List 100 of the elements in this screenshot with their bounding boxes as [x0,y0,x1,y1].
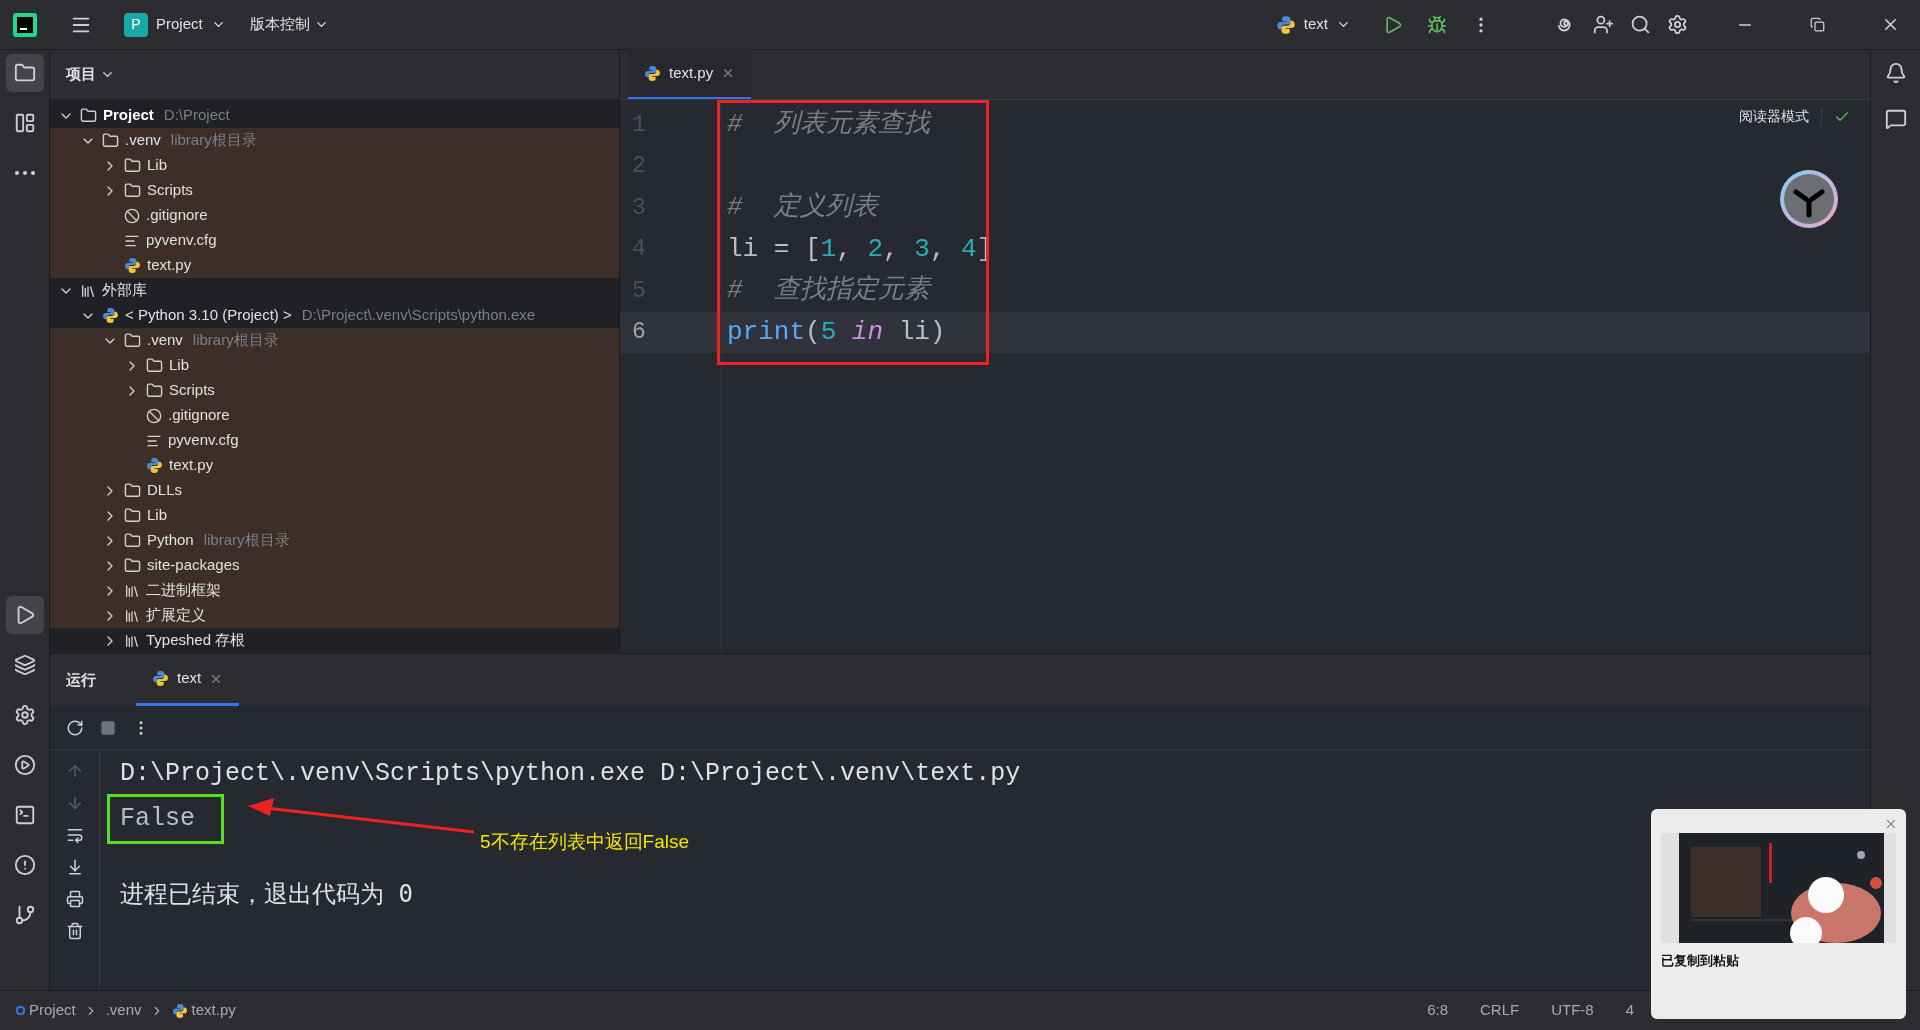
app-logo-icon [12,11,38,38]
editor-tab[interactable]: text.py [628,49,752,99]
print-icon[interactable] [65,890,84,908]
project-tool-button[interactable] [5,54,44,92]
python-packages-icon [13,654,36,676]
tree-item[interactable]: DLLs [50,478,619,503]
python-icon [102,307,119,324]
tree-item[interactable]: site-packages [50,553,619,578]
python-icon [171,1002,188,1019]
tree-item[interactable]: Scripts [50,178,619,203]
line-number: 6 [632,318,646,347]
notifications-icon[interactable] [1884,62,1907,84]
library-icon [80,282,96,299]
breadcrumb[interactable]: Project [16,999,76,1022]
library-icon [124,582,140,599]
tree-item-label: pyvenv.cfg [146,230,217,251]
status-item[interactable]: 6:8 [1427,999,1448,1022]
soft-wrap-icon[interactable] [65,826,84,844]
status-item[interactable]: UTF-8 [1551,999,1594,1022]
tree-item[interactable]: text.py [50,253,619,278]
tree-item-label: pyvenv.cfg [168,430,239,451]
breadcrumb[interactable]: text.py [171,999,236,1022]
assistant-icon[interactable] [1778,168,1840,230]
tree-item-label: .venv [125,130,161,151]
python-icon [146,457,163,474]
tree-item-hint: D:\Project\.venv\Scripts\python.exe [301,305,536,326]
tree-item[interactable]: Lib [50,353,619,378]
folder-icon [102,132,119,149]
tree-item-label: Lib [147,155,168,176]
tree-item[interactable]: Python library根目录 [50,528,619,553]
vcs-menu[interactable]: 版本控制 [249,13,329,36]
folder-icon [124,332,141,349]
services-icon [13,704,36,726]
run-icon[interactable] [1383,14,1403,35]
git-icon [13,904,36,926]
python-icon [1275,14,1296,35]
restore-icon[interactable] [1810,17,1825,32]
status-item[interactable]: 4 [1625,999,1634,1022]
tree-item-label: Scripts [147,180,193,201]
tree-item-label: .gitignore [168,405,230,426]
ignore-file-icon [124,207,140,224]
console-output: False [107,794,224,844]
run-panel-title: 运行 [66,669,96,690]
tree-item[interactable]: Lib [50,503,619,528]
settings-icon[interactable] [1667,14,1688,35]
add-user-icon[interactable] [1593,14,1614,35]
folder-icon [124,507,141,524]
chat-icon[interactable] [1884,108,1907,130]
tree-item[interactable]: 二进制框架 [50,578,619,603]
tree-item[interactable]: .venv library根目录 [50,328,619,353]
tree-item[interactable]: text.py [50,453,619,478]
tree-item-hint: library根目录 [203,530,290,551]
tree-item-hint: library根目录 [170,130,257,151]
debug-icon[interactable] [1427,14,1447,35]
project-icon [16,1006,25,1015]
code-line: # 定义列表 [727,191,878,225]
folder-icon [80,107,97,124]
trash-icon[interactable] [65,922,84,940]
search-icon[interactable] [1630,14,1651,35]
stop-icon[interactable] [100,719,116,736]
project-tool-icon [13,62,36,84]
folder-icon [124,157,141,174]
tree-item[interactable]: pyvenv.cfg [50,428,619,453]
tree-item[interactable]: .gitignore [50,403,619,428]
problems-icon [13,854,36,876]
rerun-icon[interactable] [66,718,84,737]
code-line: # 查找指定元素 [727,274,930,308]
annotation-text: 5不存在列表中返回False [480,830,690,854]
tree-item-label: text.py [147,255,192,276]
reader-mode-button[interactable]: 阅读器模式 [1739,106,1809,127]
tree-item-label: < Python 3.10 (Project) > [125,305,292,326]
status-item[interactable]: CRLF [1480,999,1520,1022]
tree-item[interactable]: Lib [50,153,619,178]
breadcrumb[interactable]: .venv [105,999,142,1022]
folder-icon [124,182,141,199]
run-config-selector[interactable]: text [1275,13,1351,36]
code-line: print(5 in li) [727,315,946,349]
tree-item-label: text.py [169,455,214,476]
project-view-selector[interactable]: 项目 [66,63,115,86]
project-switcher[interactable]: P Project [124,12,226,37]
tree-item[interactable]: .venv library根目录 [50,128,619,153]
tree-item[interactable]: .gitignore [50,203,619,228]
tree-item-label: Lib [169,355,190,376]
tree-item-label: .gitignore [146,205,208,226]
console-command: D:\Project\.venv\Scripts\python.exe D:\Project\.venv\text.py [120,758,1021,791]
folder-icon [146,382,163,399]
tree-item[interactable]: Scripts [50,378,619,403]
run-tool-button[interactable] [5,596,44,634]
folder-icon [124,557,141,574]
tree-item-hint: library根目录 [192,330,279,351]
more-tools-icon [14,171,35,175]
tree-item[interactable]: 扩展定义 [50,603,619,628]
tree-item-label: Lib [147,505,168,526]
tree-item-label: Project [103,105,154,126]
tree-item-label: 扩展定义 [146,605,206,626]
tree-item-hint: D:\Project [163,105,230,126]
run-tab[interactable]: text [136,654,240,706]
python-icon [152,670,169,687]
tree-item[interactable]: pyvenv.cfg [50,228,619,253]
tree-item-label: 外部库 [102,280,147,301]
